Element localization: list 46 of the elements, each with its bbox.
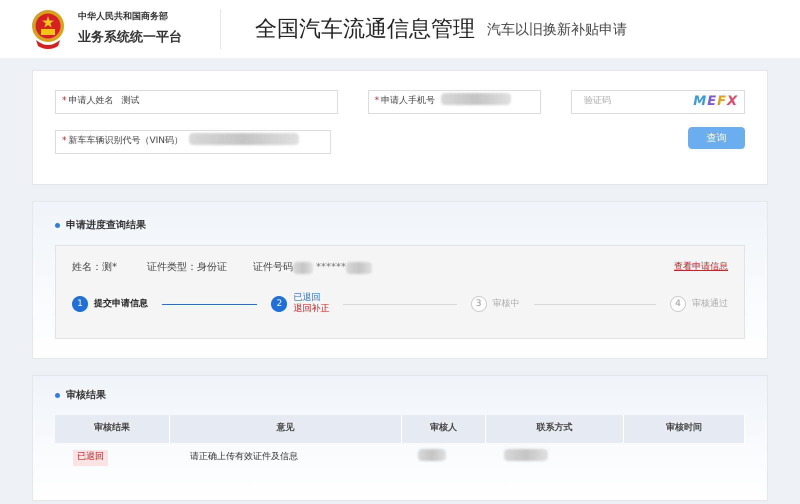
column-header: 联系方式 <box>486 415 624 443</box>
column-header: 审核结果 <box>55 415 170 443</box>
step-label: 提交申请信息 <box>94 298 148 310</box>
step-note: 退回补正 <box>293 304 330 315</box>
applicant-name: 姓名：测* <box>72 260 117 275</box>
system-title: 全国汽车流通信息管理 <box>255 16 475 44</box>
view-application-link[interactable]: 查看申请信息 <box>674 260 728 274</box>
section-title: 审核结果 <box>66 388 106 403</box>
bullet-icon <box>55 223 60 228</box>
field-label: 新车车辆识别代号（VIN码） <box>68 135 184 148</box>
step-number: 1 <box>72 296 88 312</box>
section-title: 申请进度查询结果 <box>66 218 146 233</box>
bullet-icon <box>55 393 60 398</box>
step-number: 2 <box>271 296 288 312</box>
status-tag: 已退回 <box>73 450 108 466</box>
emblem-icon <box>30 8 66 50</box>
ministry-name: 中华人民共和国商务部 <box>78 11 169 24</box>
field-label: 申请人手机号 <box>381 95 436 108</box>
id-type: 证件类型：身份证 <box>147 260 227 275</box>
column-header: 审核时间 <box>624 415 745 443</box>
step-label: 已退回 <box>293 293 322 304</box>
column-header: 意见 <box>170 415 402 443</box>
blurred-reviewer <box>418 449 446 462</box>
id-number-label: 证件号码 <box>253 261 293 275</box>
id-number: ****** <box>316 261 346 275</box>
required-mark: * <box>374 95 380 108</box>
blurred-id <box>346 262 372 274</box>
input-field[interactable]: * 新车车辆识别代号（VIN码） <box>55 130 331 154</box>
field-value: 测试 <box>122 95 140 108</box>
step-number: 3 <box>470 296 487 312</box>
step-label: 审核通过 <box>692 298 728 310</box>
system-subtitle: 汽车以旧换新补贴申请 <box>487 21 627 40</box>
step-label: 审核中 <box>492 298 520 310</box>
required-mark: * <box>62 95 66 108</box>
column-header: 审核人 <box>402 415 486 443</box>
required-mark: * <box>62 135 66 148</box>
input-field[interactable]: * 申请人手机号 <box>368 90 542 114</box>
table-cell-text: 请正确上传有效证件及信息 <box>189 451 299 464</box>
input-field[interactable]: * 申请人姓名 测试 <box>55 90 338 114</box>
platform-name: 业务系统统一平台 <box>78 28 182 46</box>
captcha-image[interactable]: MEFX <box>693 92 738 112</box>
blurred-contact <box>504 449 548 462</box>
captcha-field[interactable]: 验证码 MEFX <box>571 90 746 114</box>
field-label: 申请人姓名 <box>68 95 114 108</box>
blurred-id <box>293 262 313 274</box>
step-number: 4 <box>670 296 686 312</box>
